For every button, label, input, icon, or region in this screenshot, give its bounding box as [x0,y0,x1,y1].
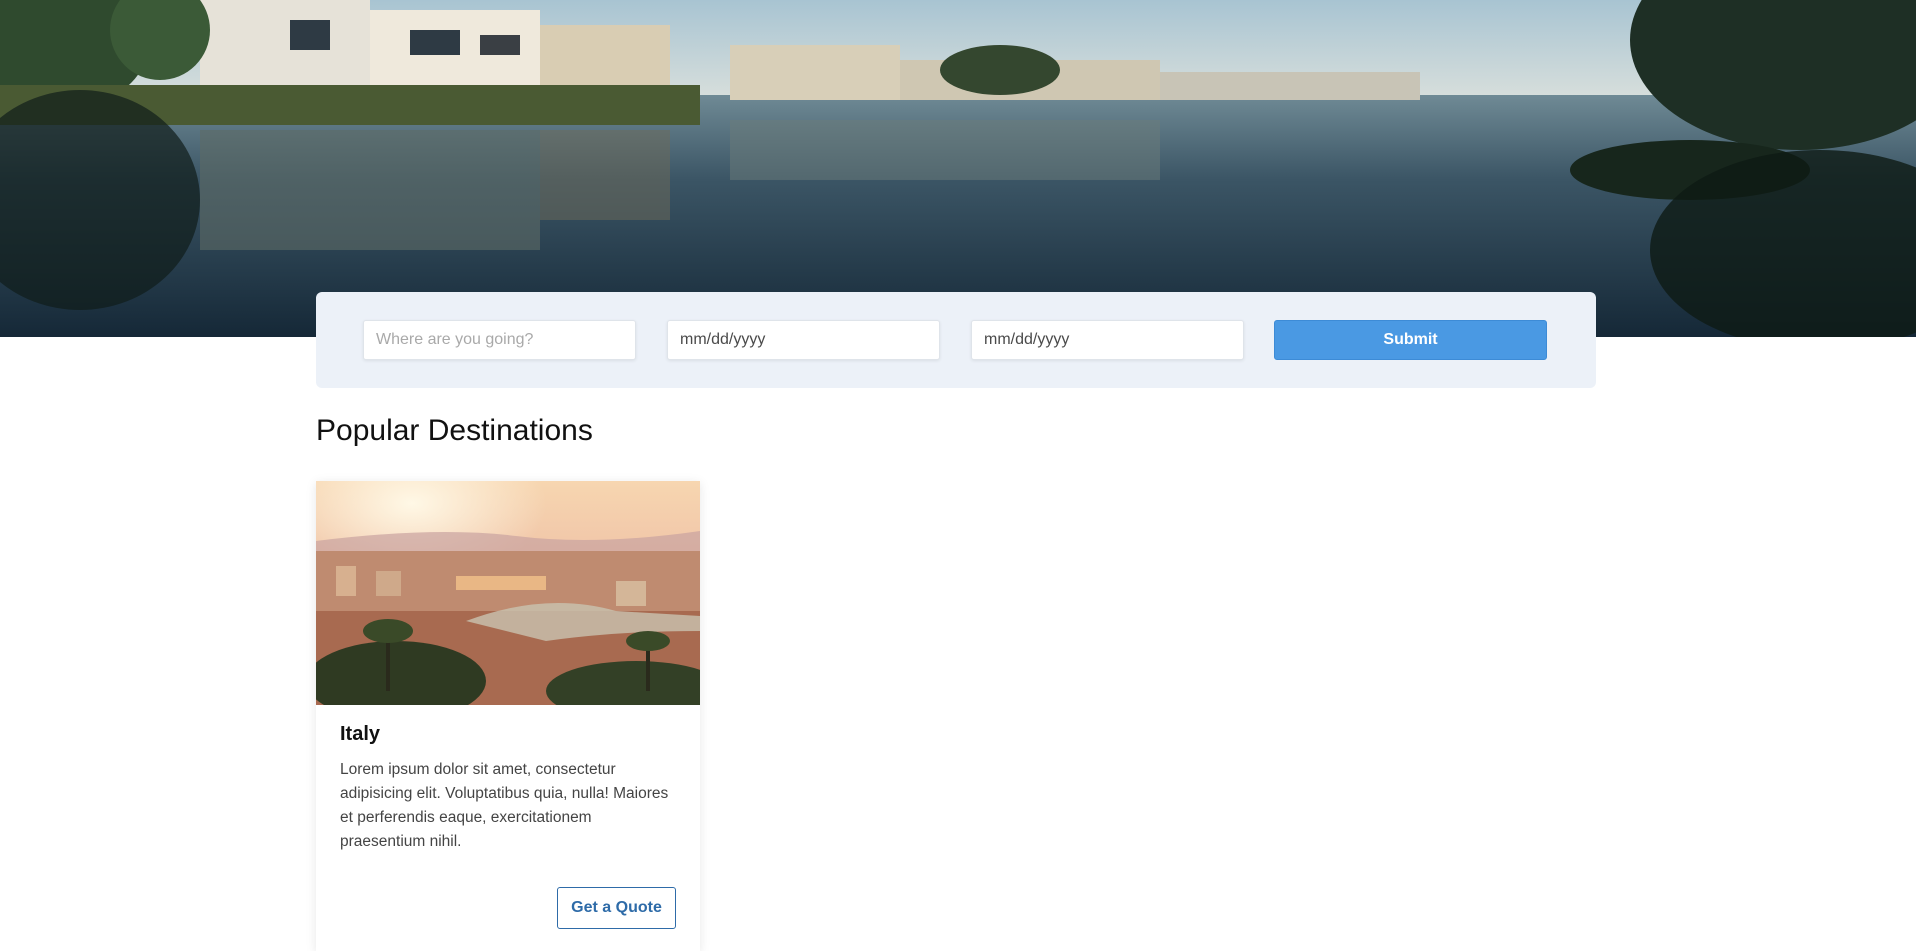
destination-card: Italy Lorem ipsum dolor sit amet, consec… [316,481,700,951]
popular-destinations-heading: Popular Destinations [316,414,593,447]
get-a-quote-button[interactable]: Get a Quote [557,887,676,929]
destination-input[interactable] [363,320,636,360]
hero-banner-image [0,0,1916,337]
card-title: Italy [340,723,381,745]
card-description: Lorem ipsum dolor sit amet, consectetur … [340,761,669,850]
search-panel: mm/dd/yyyy mm/dd/yyyy Submit [316,292,1596,388]
submit-button[interactable]: Submit [1274,320,1547,360]
italy-destination-image [316,481,700,705]
check-in-date-input[interactable]: mm/dd/yyyy [667,320,940,360]
check-out-date-input[interactable]: mm/dd/yyyy [971,320,1244,360]
